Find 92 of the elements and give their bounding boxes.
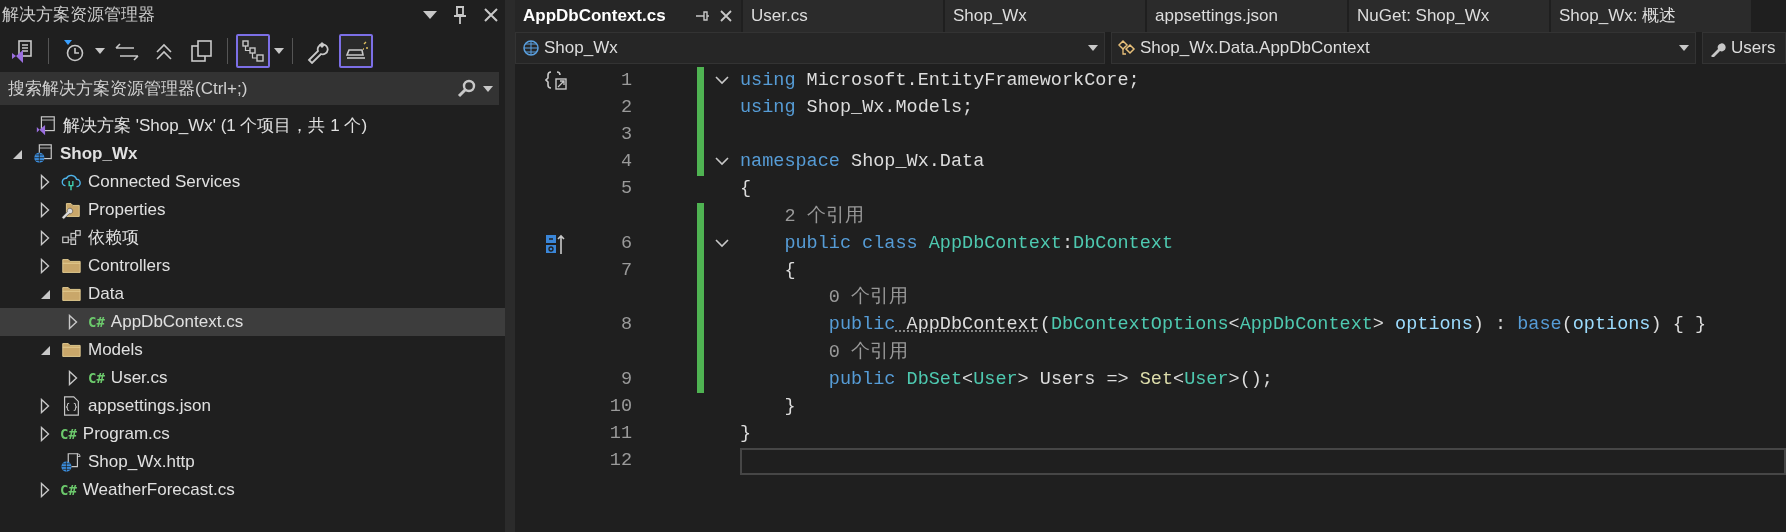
search-icon[interactable]	[457, 78, 477, 99]
tree-item[interactable]: 解决方案 'Shop_Wx' (1 个项目，共 1 个)	[0, 112, 505, 140]
inheritance-icon[interactable]	[545, 232, 567, 255]
code-line: }	[783, 394, 796, 419]
code-line: public DbSet<User> Users => Set<User>();	[827, 367, 1273, 392]
panel-title: 解决方案资源管理器	[2, 4, 156, 27]
toolbar-button[interactable]	[339, 34, 373, 68]
editor-tab[interactable]: NuGet: Shop_Wx	[1349, 0, 1549, 32]
line-number: 5	[619, 177, 632, 202]
code-line: }	[740, 422, 752, 447]
line-number: 11	[608, 422, 632, 447]
search-box[interactable]: 搜索解决方案资源管理器(Ctrl+;)	[0, 72, 499, 105]
caret-icon	[1679, 45, 1689, 51]
line-number: 4	[619, 150, 632, 175]
line-number: 6	[619, 231, 632, 256]
collapsed-arrow-icon[interactable]	[40, 398, 50, 414]
tree-item[interactable]: Shop_Wx	[0, 140, 505, 168]
tree-item[interactable]: C# AppDbContext.cs	[0, 308, 505, 336]
collapsed-arrow-icon[interactable]	[40, 174, 50, 190]
fold-chevron-icon[interactable]	[715, 238, 729, 249]
csharp-icon: C#	[60, 423, 77, 445]
line-number: 2	[619, 95, 632, 120]
caret-icon[interactable]	[95, 48, 105, 54]
tree-item[interactable]: Data	[0, 280, 505, 308]
navigation-dropdown[interactable]: Shop_Wx.Data.AppDbContext	[1111, 32, 1696, 64]
pages-icon	[189, 38, 215, 64]
solution-icon	[35, 115, 57, 137]
editor-tab[interactable]: Shop_Wx	[945, 0, 1145, 32]
caret-icon[interactable]	[483, 85, 493, 92]
collapsed-arrow-icon[interactable]	[40, 258, 50, 274]
pin-icon[interactable]	[695, 9, 709, 23]
fold-chevron-icon[interactable]	[715, 75, 729, 86]
globe-icon	[522, 39, 540, 57]
pin-icon[interactable]	[453, 6, 467, 24]
hierarchy-icon	[240, 38, 266, 64]
collapsed-arrow-icon[interactable]	[40, 202, 50, 218]
code-line: using Microsoft.EntityFrameworkCore;	[740, 68, 1140, 93]
collapsed-arrow-icon[interactable]	[40, 482, 50, 498]
code-line: {	[783, 259, 796, 284]
editor-tab[interactable]: Shop_Wx: 概述	[1551, 0, 1751, 32]
line-number: 1	[619, 68, 632, 93]
line-number: 10	[608, 394, 632, 419]
fold-chevron-icon[interactable]	[715, 157, 729, 168]
code-line: {	[740, 177, 752, 202]
reference-count[interactable]: 0 个引用	[740, 284, 909, 312]
toolbar-button[interactable]	[236, 34, 270, 68]
search-field[interactable]: 搜索解决方案资源管理器(Ctrl+;)	[6, 74, 457, 103]
collapsed-arrow-icon[interactable]	[40, 426, 50, 442]
editor-tab[interactable]: appsettings.json	[1147, 0, 1347, 32]
tree-item[interactable]: Models	[0, 336, 505, 364]
expanded-arrow-icon[interactable]	[39, 344, 51, 356]
tree-item[interactable]: Connected Services	[0, 168, 505, 196]
csharp-icon: C#	[60, 479, 77, 501]
line-number: 8	[619, 313, 632, 338]
http-file-icon	[60, 451, 82, 473]
caret-icon[interactable]	[274, 48, 284, 54]
editor-tab[interactable]: AppDbContext.cs	[515, 0, 741, 32]
collapsed-arrow-icon[interactable]	[40, 230, 50, 246]
collapsed-arrow-icon[interactable]	[68, 314, 78, 330]
line-number: 7	[619, 259, 632, 284]
tree-item[interactable]: Properties	[0, 196, 505, 224]
collapsed-arrow-icon[interactable]	[68, 370, 78, 386]
code-line: public class AppDbContext:DbContext	[783, 231, 1173, 256]
csharp-icon: C#	[88, 367, 105, 389]
dropdown-icon[interactable]	[423, 11, 437, 19]
csharp-icon: C#	[88, 311, 105, 333]
reference-count[interactable]: 0 个引用	[740, 338, 909, 367]
editor-tab[interactable]: User.cs	[743, 0, 943, 32]
expanded-arrow-icon[interactable]	[11, 148, 23, 160]
web-project-icon	[32, 143, 54, 165]
tree-item[interactable]: C# WeatherForecast.cs	[0, 476, 505, 504]
code-line: namespace Shop_Wx.Data	[740, 150, 985, 175]
tree-item[interactable]: C# User.cs	[0, 364, 505, 392]
code-line: using Shop_Wx.Models;	[740, 95, 974, 120]
tree-item[interactable]: C# Program.cs	[0, 420, 505, 448]
reference-count[interactable]: 2 个引用	[740, 202, 864, 231]
navigation-dropdown[interactable]: Users	[1702, 32, 1786, 64]
tree-item[interactable]: Controllers	[0, 252, 505, 280]
expanded-arrow-icon[interactable]	[39, 288, 51, 300]
tree-item[interactable]: 依赖项	[0, 224, 505, 252]
line-number: 12	[608, 449, 632, 474]
class-icon	[1118, 39, 1136, 57]
tree-item[interactable]: Shop_Wx.http	[0, 448, 505, 476]
braces-icon[interactable]	[545, 69, 567, 92]
tree-item[interactable]: appsettings.json	[0, 392, 505, 420]
line-number: 3	[619, 123, 632, 148]
code-line: public AppDbContext(DbContextOptions<AppDbContext> options) : base(options) { }	[827, 313, 1706, 338]
close-icon[interactable]	[483, 7, 499, 23]
caret-icon	[1088, 45, 1098, 51]
line-number: 9	[619, 367, 632, 392]
close-icon[interactable]	[719, 9, 733, 23]
navigation-dropdown[interactable]: Shop_Wx	[515, 32, 1105, 64]
